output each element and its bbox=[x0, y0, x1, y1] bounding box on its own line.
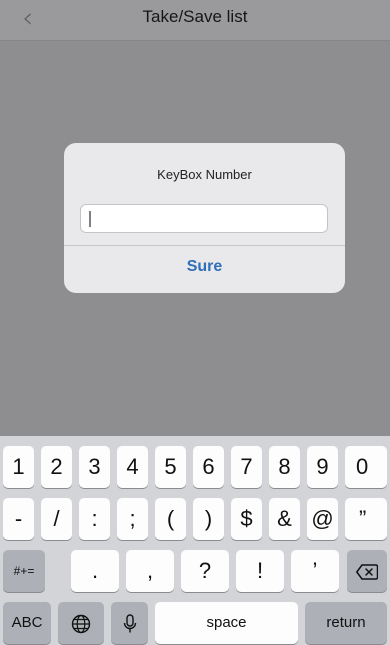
key-exclamation[interactable]: ! bbox=[236, 550, 284, 592]
key-apostrophe[interactable]: ’ bbox=[291, 550, 339, 592]
page-title: Take/Save list bbox=[142, 7, 248, 26]
delete-key[interactable] bbox=[347, 550, 387, 592]
key-4[interactable]: 4 bbox=[117, 446, 148, 488]
key-comma[interactable]: , bbox=[126, 550, 174, 592]
navigation-bar: ‹ Take/Save list bbox=[0, 0, 390, 41]
key-close-paren[interactable]: ) bbox=[193, 498, 224, 540]
key-2[interactable]: 2 bbox=[41, 446, 72, 488]
dialog-title: KeyBox Number bbox=[157, 167, 252, 182]
key-question[interactable]: ? bbox=[181, 550, 229, 592]
key-7[interactable]: 7 bbox=[231, 446, 262, 488]
text-cursor bbox=[89, 211, 91, 227]
dictation-key[interactable] bbox=[111, 602, 148, 644]
key-hyphen[interactable]: - bbox=[3, 498, 34, 540]
key-8[interactable]: 8 bbox=[269, 446, 300, 488]
microphone-icon bbox=[123, 614, 136, 633]
key-6[interactable]: 6 bbox=[193, 446, 224, 488]
key-at[interactable]: @ bbox=[307, 498, 338, 540]
keybox-number-dialog: KeyBox Number Sure bbox=[64, 143, 345, 293]
globe-icon bbox=[71, 614, 91, 634]
key-open-paren[interactable]: ( bbox=[155, 498, 186, 540]
key-1[interactable]: 1 bbox=[3, 446, 34, 488]
keybox-number-input[interactable] bbox=[80, 204, 328, 233]
key-dollar[interactable]: $ bbox=[231, 498, 262, 540]
key-slash[interactable]: / bbox=[41, 498, 72, 540]
globe-key[interactable] bbox=[58, 602, 104, 644]
key-5[interactable]: 5 bbox=[155, 446, 186, 488]
key-9[interactable]: 9 bbox=[307, 446, 338, 488]
return-key[interactable]: return bbox=[305, 602, 387, 644]
abc-key[interactable]: ABC bbox=[3, 602, 51, 644]
key-semicolon[interactable]: ; bbox=[117, 498, 148, 540]
key-period[interactable]: . bbox=[71, 550, 119, 592]
space-key[interactable]: space bbox=[155, 602, 298, 644]
key-quote[interactable]: ” bbox=[345, 498, 387, 540]
backspace-icon bbox=[356, 564, 378, 580]
numeric-keyboard: 1 2 3 4 5 6 7 8 9 0 - / : ; ( ) $ & @ ” … bbox=[0, 436, 390, 645]
key-3[interactable]: 3 bbox=[79, 446, 110, 488]
key-ampersand[interactable]: & bbox=[269, 498, 300, 540]
key-0[interactable]: 0 bbox=[345, 446, 387, 488]
symbols-toggle-key[interactable]: #+= bbox=[3, 550, 45, 592]
key-colon[interactable]: : bbox=[79, 498, 110, 540]
sure-button[interactable]: Sure bbox=[64, 246, 345, 293]
